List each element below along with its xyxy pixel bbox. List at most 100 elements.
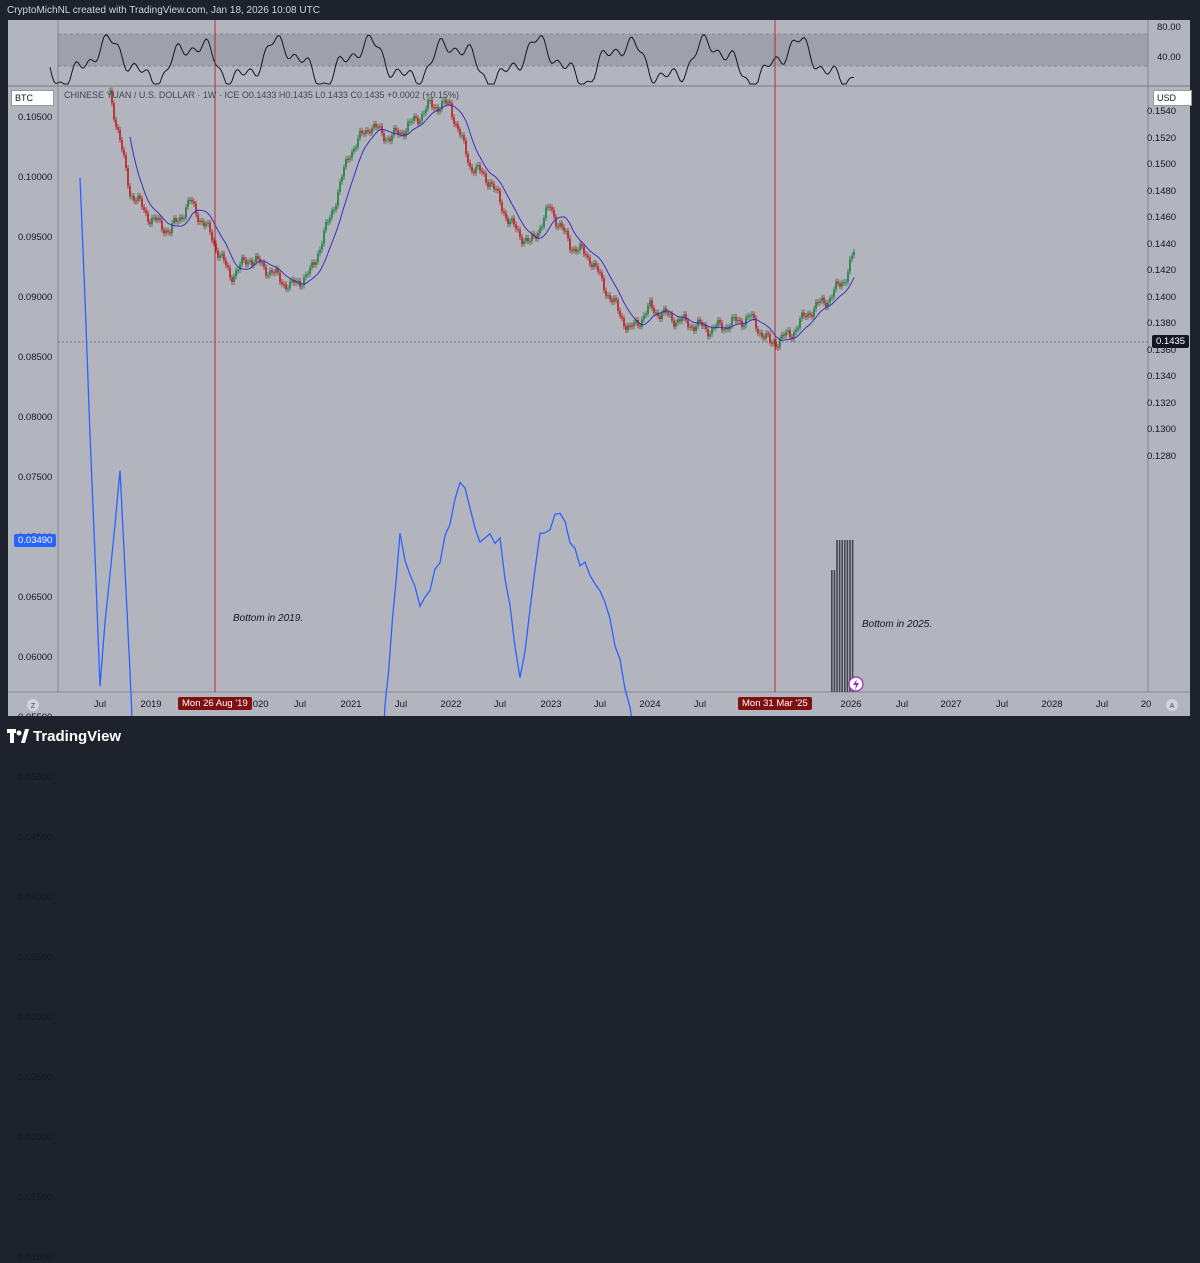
candle-body <box>587 255 589 258</box>
candle-body <box>191 199 193 202</box>
candle-body <box>653 307 655 314</box>
candle-body <box>801 312 803 319</box>
candle-body <box>327 221 329 223</box>
candle-body <box>121 139 123 150</box>
candle-body <box>521 237 523 245</box>
candle-body <box>667 312 669 315</box>
candle-body <box>797 327 799 330</box>
candle-body <box>359 130 361 139</box>
candle-body <box>279 272 281 283</box>
candle-body <box>117 126 119 130</box>
x-axis-tick: 2021 <box>340 699 362 710</box>
candle-body <box>375 123 377 127</box>
candle-body <box>271 270 273 273</box>
candle-body <box>751 314 753 316</box>
left-axis-tick: 0.08000 <box>18 412 53 423</box>
candle-body <box>289 281 291 289</box>
candle-body <box>329 217 331 222</box>
candle-body <box>413 116 415 122</box>
candle-body <box>851 255 853 260</box>
candle-body <box>795 329 797 333</box>
candle-body <box>331 210 333 218</box>
candle-body <box>477 165 479 167</box>
left-scale-label[interactable]: BTC <box>11 90 54 106</box>
candle-body <box>217 250 219 258</box>
candle-body <box>789 330 791 338</box>
candle-body <box>489 182 491 187</box>
candle-body <box>125 155 127 169</box>
candle-body <box>699 319 701 323</box>
candle-body <box>507 218 509 225</box>
candle-body <box>567 230 569 239</box>
candle-body <box>133 196 135 201</box>
candle-body <box>595 263 597 266</box>
candle-body <box>767 333 769 335</box>
candle-body <box>249 260 251 262</box>
x-axis-tick: 2028 <box>1041 699 1063 710</box>
candle-body <box>597 265 599 272</box>
volume-bar <box>844 540 846 692</box>
candle-body <box>565 230 567 233</box>
x-axis-tick: Jul <box>394 699 408 710</box>
right-scale-label[interactable]: USD <box>1153 90 1192 106</box>
candle-body <box>313 262 315 266</box>
candle-body <box>799 318 801 328</box>
candle-body <box>151 217 153 225</box>
candle-body <box>461 135 463 137</box>
candle-body <box>197 214 199 222</box>
candle-body <box>695 326 697 331</box>
candle-body <box>577 250 579 252</box>
volume-bar <box>831 570 833 692</box>
left-axis-tick: 0.09000 <box>18 292 53 303</box>
candle-body <box>265 267 267 276</box>
candle-body <box>593 263 595 268</box>
left-axis-tick: 0.01500 <box>18 1192 53 1203</box>
candle-body <box>573 248 575 251</box>
candle-body <box>261 262 263 264</box>
candle-body <box>499 190 501 203</box>
left-axis-tick: 0.02000 <box>18 1132 53 1143</box>
candle-body <box>469 162 471 167</box>
right-axis-tick: 0.1480 <box>1147 185 1177 197</box>
x-axis-tick: 2019 <box>140 699 162 710</box>
candle-body <box>813 308 815 317</box>
candle-body <box>187 200 189 208</box>
candle-body <box>623 318 625 327</box>
candle-body <box>221 253 223 256</box>
candle-body <box>803 312 805 316</box>
left-axis-tick: 0.07500 <box>18 472 53 483</box>
candle-body <box>159 218 161 221</box>
candle-body <box>543 217 545 227</box>
candle-body <box>647 305 649 314</box>
candle-body <box>201 220 203 223</box>
right-axis-tick: 0.1340 <box>1147 371 1177 382</box>
candle-body <box>501 202 503 212</box>
candle-body <box>493 183 495 190</box>
candle-body <box>787 330 789 332</box>
candle-body <box>417 118 419 124</box>
candle-body <box>361 130 363 134</box>
footer-brand[interactable]: TradingView <box>33 728 121 745</box>
candle-body <box>559 223 561 227</box>
candle-body <box>129 186 131 197</box>
symbol-legend[interactable]: CHINESE YUAN / U.S. DOLLAR · 1W · ICE O0… <box>64 90 459 100</box>
candle-body <box>365 130 367 134</box>
candle-body <box>719 320 721 323</box>
left-axis-tick: 0.03000 <box>18 1012 53 1023</box>
candle-body <box>321 243 323 250</box>
candle-body <box>207 222 209 224</box>
candle-body <box>351 151 353 158</box>
candle-body <box>255 255 257 263</box>
candle-body <box>519 229 521 238</box>
candle-body <box>769 334 771 343</box>
candle-body <box>177 220 179 223</box>
candle-body <box>569 238 571 250</box>
candle-body <box>749 315 751 317</box>
candle-body <box>643 315 645 320</box>
x-axis-tick: Jul <box>293 699 307 710</box>
chart-canvas[interactable]: Z A <box>0 0 1200 716</box>
candle-body <box>179 217 181 221</box>
candle-body <box>139 195 141 199</box>
left-axis-tick: 0.10000 <box>18 172 53 183</box>
candle-body <box>491 182 493 184</box>
